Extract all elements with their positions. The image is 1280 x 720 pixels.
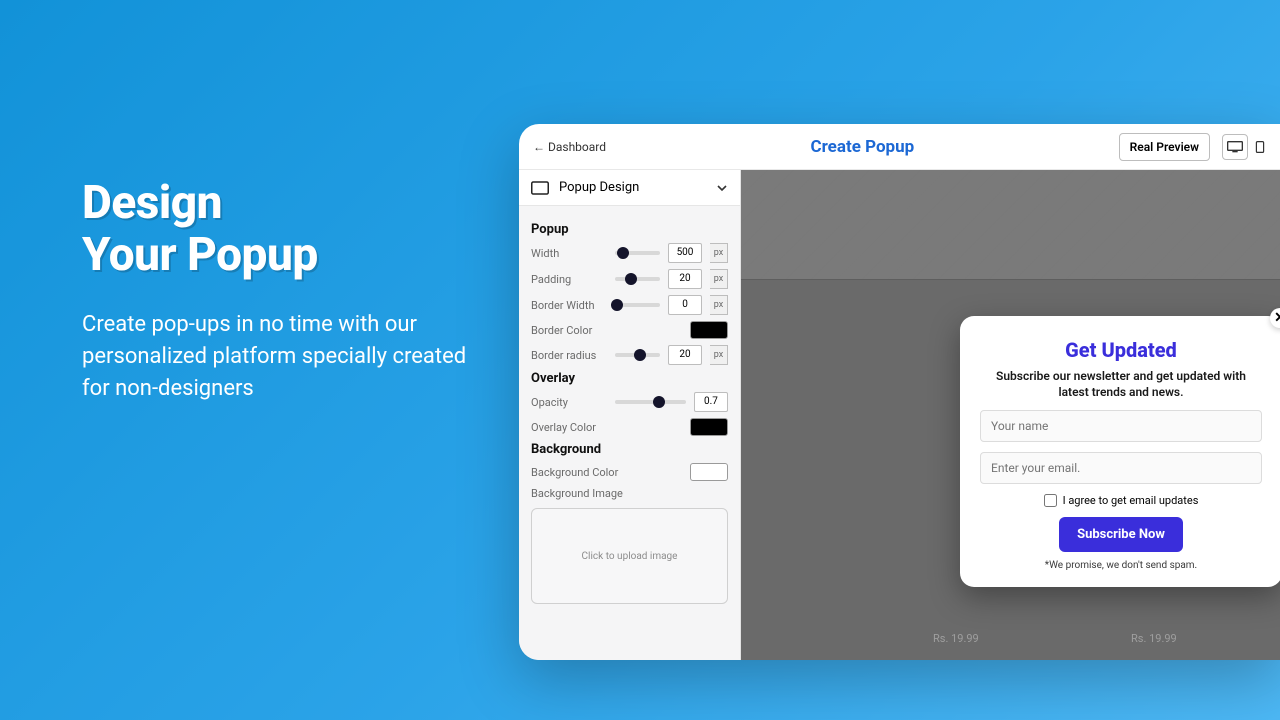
email-input[interactable] <box>980 452 1262 484</box>
border-radius-row: Border radius 20 px <box>531 345 728 365</box>
hero-title-line1: Design <box>82 176 222 230</box>
image-upload-dropzone[interactable]: Click to upload image <box>531 508 728 604</box>
device-preview-switcher <box>1222 134 1266 160</box>
width-row: Width 500 px <box>531 243 728 263</box>
width-value[interactable]: 500 <box>668 243 702 263</box>
panel-section-toggle[interactable]: Popup Design <box>519 170 740 206</box>
hero-title: Design Your Popup <box>82 178 472 281</box>
section-background-title: Background <box>531 442 728 457</box>
bg-color-label: Background Color <box>531 466 631 479</box>
overlay-color-row: Overlay Color <box>531 418 728 436</box>
consent-checkbox[interactable] <box>1044 494 1057 507</box>
width-label: Width <box>531 247 607 260</box>
bg-color-swatch[interactable] <box>690 463 728 481</box>
padding-unit: px <box>710 269 728 289</box>
design-panel: Popup Design Popup Width 500 px Padding … <box>519 170 741 660</box>
border-width-label: Border Width <box>531 299 607 312</box>
padding-slider[interactable] <box>615 271 660 287</box>
overlay-color-label: Overlay Color <box>531 421 607 434</box>
hero-title-line2: Your Popup <box>82 228 318 282</box>
chevron-down-icon <box>716 182 728 194</box>
bg-image-label: Background Image <box>531 487 651 500</box>
preview-pane: Rs. 19.99 Rs. 19.99 ✕ Get Updated Subscr… <box>741 170 1280 660</box>
border-radius-label: Border radius <box>531 349 607 362</box>
border-width-value[interactable]: 0 <box>668 295 702 315</box>
width-slider[interactable] <box>615 245 660 261</box>
tablet-preview-button[interactable] <box>1254 134 1266 160</box>
upload-text: Click to upload image <box>582 551 678 562</box>
panel-body: Popup Width 500 px Padding 20 px Border … <box>519 206 740 604</box>
opacity-row: Opacity 0.7 <box>531 392 728 412</box>
page-title: Create Popup <box>618 137 1107 157</box>
popup-subheading: Subscribe our newsletter and get updated… <box>980 368 1262 400</box>
padding-value[interactable]: 20 <box>668 269 702 289</box>
popup-close-button[interactable]: ✕ <box>1270 308 1280 328</box>
product-price-b: Rs. 19.99 <box>1131 632 1177 645</box>
panel-header-label: Popup Design <box>559 180 639 195</box>
popup-icon <box>531 181 549 195</box>
border-color-swatch[interactable] <box>690 321 728 339</box>
product-price-a: Rs. 19.99 <box>933 632 979 645</box>
border-radius-slider[interactable] <box>615 347 660 363</box>
opacity-value[interactable]: 0.7 <box>694 392 728 412</box>
consent-label: I agree to get email updates <box>1063 494 1199 507</box>
desktop-preview-button[interactable] <box>1222 134 1248 160</box>
bg-color-row: Background Color <box>531 463 728 481</box>
border-radius-unit: px <box>710 345 728 365</box>
border-color-row: Border Color <box>531 321 728 339</box>
marketing-hero: Design Your Popup Create pop-ups in no t… <box>82 178 472 405</box>
section-popup-title: Popup <box>531 222 728 237</box>
back-to-dashboard-button[interactable]: ← Dashboard <box>533 140 606 154</box>
popup-heading: Get Updated <box>980 338 1262 362</box>
width-unit: px <box>710 243 728 263</box>
section-overlay-title: Overlay <box>531 371 728 386</box>
subscribe-button[interactable]: Subscribe Now <box>1059 517 1183 552</box>
workspace: Popup Design Popup Width 500 px Padding … <box>519 170 1280 660</box>
consent-row[interactable]: I agree to get email updates <box>980 494 1262 507</box>
padding-label: Padding <box>531 273 607 286</box>
border-width-row: Border Width 0 px <box>531 295 728 315</box>
topbar: ← Dashboard Create Popup Real Preview <box>519 124 1280 170</box>
hero-subtitle: Create pop-ups in no time with our perso… <box>82 309 472 405</box>
border-width-unit: px <box>710 295 728 315</box>
padding-row: Padding 20 px <box>531 269 728 289</box>
border-radius-value[interactable]: 20 <box>668 345 702 365</box>
border-width-slider[interactable] <box>615 297 660 313</box>
tablet-icon <box>1254 141 1266 153</box>
store-header-ghost <box>741 170 1280 280</box>
border-color-label: Border Color <box>531 324 607 337</box>
app-window: ← Dashboard Create Popup Real Preview Po… <box>519 124 1280 660</box>
popup-preview: ✕ Get Updated Subscribe our newsletter a… <box>960 316 1280 587</box>
opacity-slider[interactable] <box>615 394 686 410</box>
popup-disclaimer: *We promise, we don't send spam. <box>980 560 1262 571</box>
overlay-color-swatch[interactable] <box>690 418 728 436</box>
name-input[interactable] <box>980 410 1262 442</box>
opacity-label: Opacity <box>531 396 607 409</box>
real-preview-button[interactable]: Real Preview <box>1119 133 1210 161</box>
desktop-icon <box>1227 141 1243 153</box>
bg-image-row: Background Image <box>531 487 728 500</box>
